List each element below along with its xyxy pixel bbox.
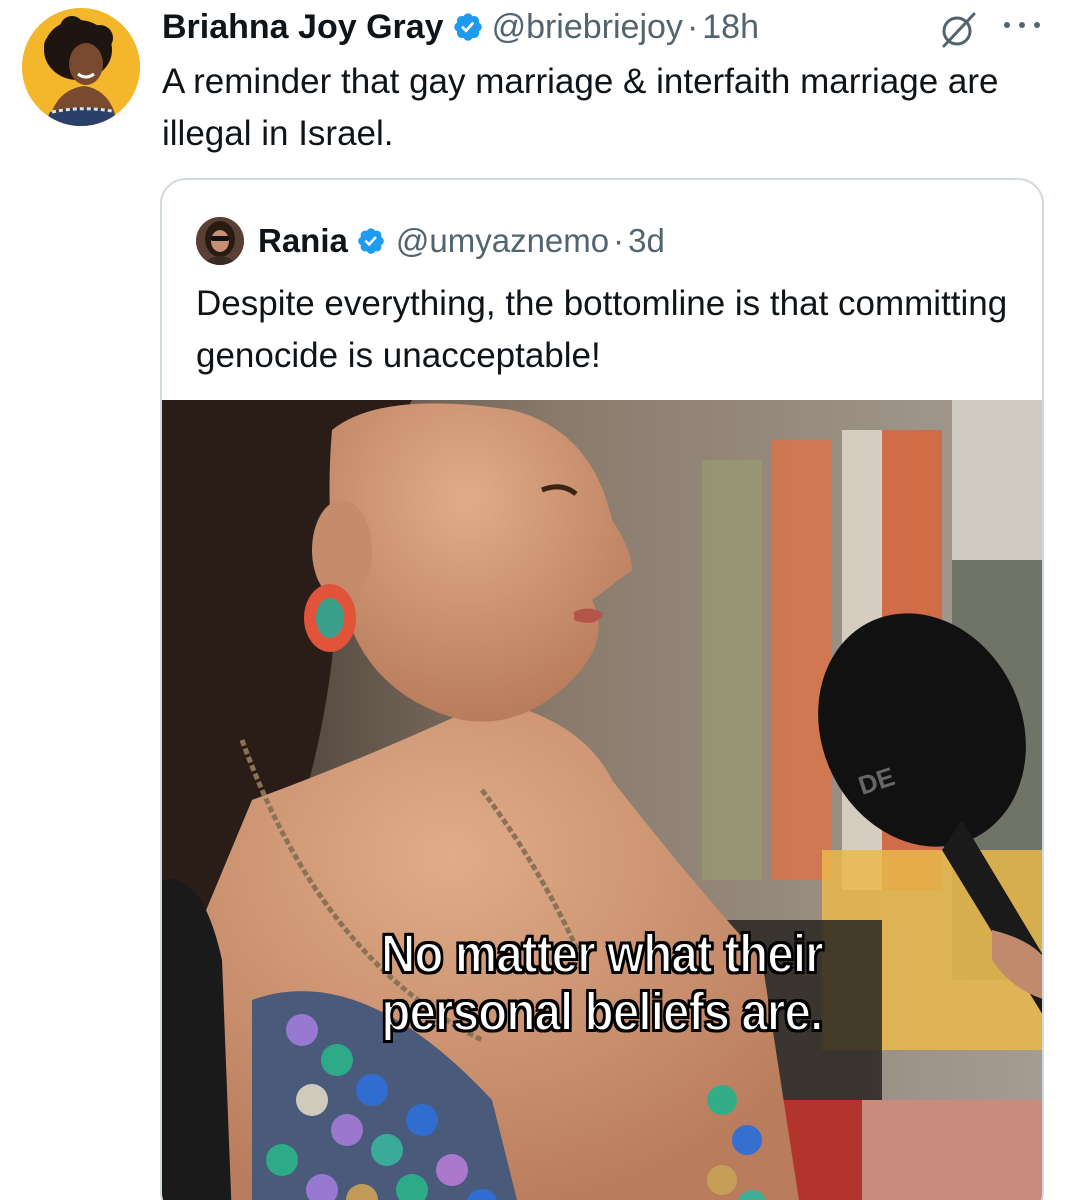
author-handle[interactable]: @briebriejoy [492, 8, 683, 47]
verified-badge-icon[interactable] [452, 11, 484, 43]
quoted-tweet-video[interactable]: DE No matter what their personal beliefs… [162, 400, 1042, 1200]
quoted-header-separator: · [613, 222, 625, 259]
more-dot [1004, 22, 1010, 28]
caption-line-2: personal beliefs are. [380, 982, 824, 1042]
grok-icon[interactable] [938, 10, 978, 50]
quoted-tweet-text: Despite everything, the bottomline is th… [196, 284, 1008, 375]
author-avatar[interactable] [22, 8, 140, 126]
avatar-photo [22, 8, 140, 126]
quoted-author-display-name[interactable]: Rania [258, 222, 348, 260]
quoted-tweet-card[interactable]: Rania @umyaznemo · 3d Despite everything… [160, 178, 1044, 1200]
tweet-timestamp[interactable]: 18h [702, 8, 759, 47]
quoted-verified-badge-icon[interactable] [356, 226, 386, 256]
author-display-name[interactable]: Briahna Joy Gray [162, 8, 444, 47]
more-options-icon[interactable] [1000, 8, 1044, 42]
video-frame-image: DE [162, 400, 1042, 1200]
more-dot [1019, 22, 1025, 28]
caption-line-1: No matter what their [380, 924, 824, 984]
header-separator: · [686, 7, 699, 46]
more-dot [1034, 22, 1040, 28]
quoted-author-avatar[interactable] [196, 217, 244, 265]
tweet-header: Briahna Joy Gray @briebriejoy · 18h [162, 4, 759, 50]
quoted-tweet-header: Rania @umyaznemo · 3d [196, 216, 665, 266]
quoted-tweet-timestamp[interactable]: 3d [628, 222, 665, 260]
tweet[interactable]: Briahna Joy Gray @briebriejoy · 18h A re… [0, 0, 1066, 1200]
tweet-text: A reminder that gay marriage & interfait… [162, 62, 999, 153]
video-caption: No matter what their personal beliefs ar… [213, 924, 991, 1042]
quoted-avatar-photo [196, 217, 244, 265]
quoted-author-handle[interactable]: @umyaznemo [396, 222, 609, 260]
